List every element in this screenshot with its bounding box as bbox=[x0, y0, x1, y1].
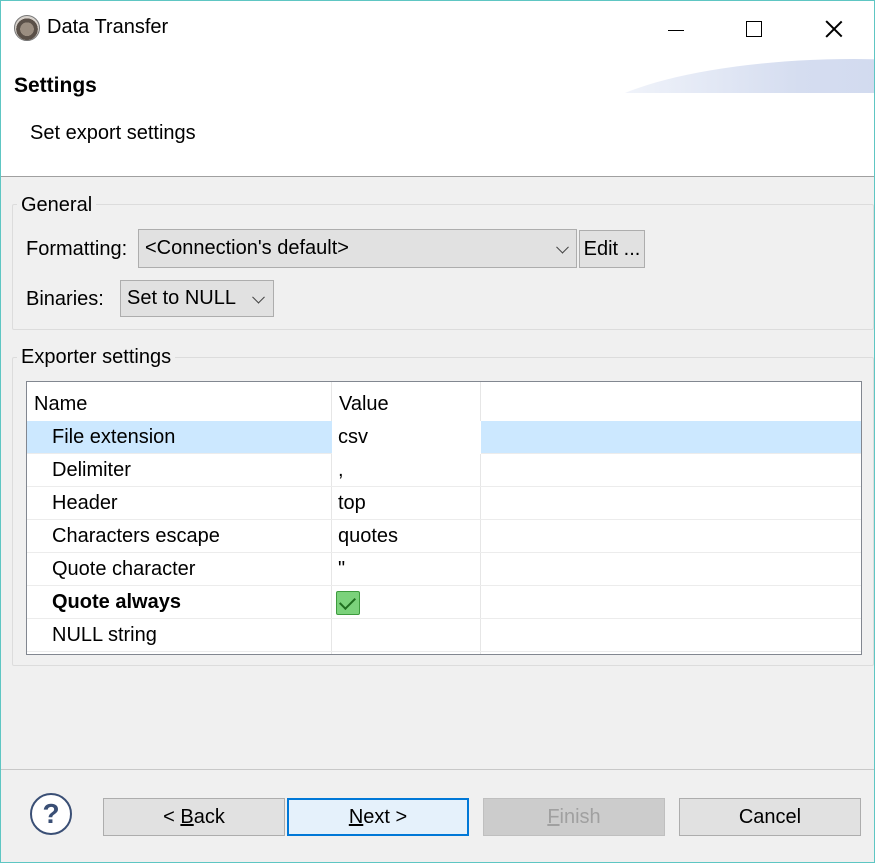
row-name: NULL string bbox=[52, 624, 157, 646]
back-button-mnemonic: B bbox=[180, 805, 194, 828]
row-name: Header bbox=[52, 492, 118, 514]
table-row-quote-always[interactable]: Quote always bbox=[27, 586, 861, 619]
quote-always-checkbox[interactable] bbox=[336, 591, 360, 615]
finish-button[interactable]: Finish bbox=[483, 798, 665, 836]
general-group-label: General bbox=[17, 194, 97, 217]
formatting-select[interactable]: <Connection's default> bbox=[138, 229, 577, 268]
row-value[interactable]: , bbox=[338, 454, 344, 487]
maximize-button[interactable] bbox=[719, 1, 789, 57]
next-button-mnemonic: N bbox=[348, 805, 364, 828]
wizard-header: Settings Set export settings bbox=[1, 57, 874, 177]
column-header-name[interactable]: Name bbox=[27, 382, 87, 422]
row-name: Quote always bbox=[52, 591, 181, 613]
binaries-select[interactable]: Set to NULL bbox=[120, 280, 274, 317]
chevron-down-icon bbox=[556, 240, 569, 254]
next-button[interactable]: Next > bbox=[287, 798, 469, 836]
table-row-delimiter[interactable]: Delimiter , bbox=[27, 454, 861, 487]
close-button[interactable] bbox=[799, 1, 869, 57]
next-button-rest: ext > bbox=[363, 805, 408, 828]
table-row-file-extension[interactable]: File extension csv bbox=[27, 421, 861, 454]
minimize-icon bbox=[668, 29, 684, 31]
row-value[interactable]: csv bbox=[338, 421, 368, 454]
data-transfer-dialog: Data Transfer Settings Set export settin… bbox=[0, 0, 875, 863]
row-value[interactable]: " bbox=[338, 553, 345, 586]
column-header-value[interactable]: Value bbox=[332, 382, 389, 422]
cancel-button[interactable]: Cancel bbox=[679, 798, 861, 836]
minimize-button[interactable] bbox=[641, 1, 711, 57]
table-row-null-string[interactable]: NULL string bbox=[27, 619, 861, 652]
back-button-rest: ack bbox=[193, 805, 225, 828]
chevron-down-icon bbox=[252, 290, 265, 304]
maximize-icon bbox=[746, 21, 762, 37]
back-button-prefix: < bbox=[163, 805, 181, 828]
row-name: Characters escape bbox=[52, 525, 220, 547]
table-row-characters-escape[interactable]: Characters escape quotes bbox=[27, 520, 861, 553]
row-name: Delimiter bbox=[52, 459, 131, 481]
window-title: Data Transfer bbox=[47, 16, 169, 38]
header-banner-graphic bbox=[574, 51, 874, 93]
row-name: Quote character bbox=[52, 558, 196, 580]
row-name: File extension bbox=[52, 426, 176, 448]
finish-button-rest: inish bbox=[559, 805, 601, 828]
row-value[interactable]: top bbox=[338, 487, 366, 520]
table-row-header[interactable]: Header top bbox=[27, 487, 861, 520]
back-button[interactable]: < Back bbox=[103, 798, 285, 836]
page-title: Settings bbox=[14, 74, 97, 97]
row-value[interactable]: quotes bbox=[338, 520, 398, 553]
finish-button-mnemonic: F bbox=[547, 805, 560, 828]
binaries-select-value: Set to NULL bbox=[127, 287, 236, 309]
title-bar: Data Transfer bbox=[1, 1, 874, 57]
dbeaver-icon bbox=[14, 15, 40, 41]
exporter-settings-table: Name Value File extension csv Delimiter … bbox=[26, 381, 862, 655]
help-icon[interactable]: ? bbox=[30, 793, 72, 835]
close-icon bbox=[825, 20, 843, 38]
table-row-quote-character[interactable]: Quote character " bbox=[27, 553, 861, 586]
formatting-select-value: <Connection's default> bbox=[145, 237, 349, 259]
edit-formatting-button[interactable]: Edit ... bbox=[579, 230, 645, 268]
page-subtitle: Set export settings bbox=[30, 122, 196, 144]
footer-divider bbox=[1, 769, 874, 770]
formatting-label: Formatting: bbox=[26, 238, 128, 260]
exporter-settings-group-label: Exporter settings bbox=[17, 346, 176, 369]
binaries-label: Binaries: bbox=[26, 288, 104, 310]
